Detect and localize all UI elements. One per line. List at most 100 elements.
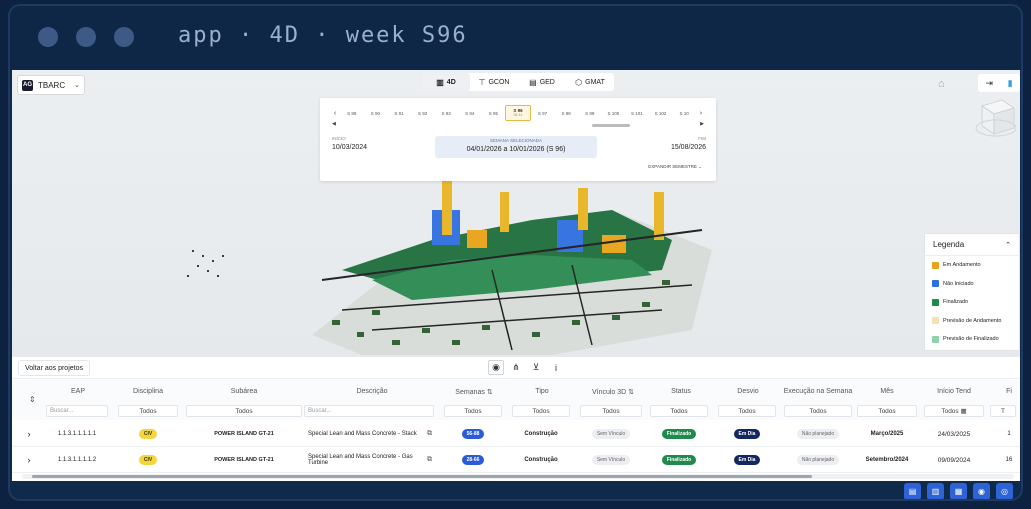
camera-icon[interactable]: ◉: [973, 483, 990, 499]
execucao-filter[interactable]: Todos: [784, 405, 852, 417]
semanas-filter[interactable]: Todos: [444, 405, 502, 417]
legend-label: Previsão de Finalizado: [943, 336, 999, 343]
logout-icon[interactable]: ⇥: [985, 78, 993, 89]
chevron-up-icon[interactable]: ⌃: [1005, 241, 1011, 249]
horizontal-scrollbar[interactable]: [22, 474, 1014, 479]
eye-icon[interactable]: ◎: [996, 483, 1013, 499]
inicio-filter[interactable]: Todos ▦: [924, 405, 984, 417]
eap-search-input[interactable]: Buscar...: [46, 405, 108, 417]
descricao-search-input[interactable]: Buscar...: [304, 405, 434, 417]
week-item[interactable]: S 90: [364, 111, 388, 116]
filter-clear-icon[interactable]: ⊻: [528, 360, 544, 375]
week-item[interactable]: S 95: [482, 111, 506, 116]
home-icon[interactable]: ⌂: [938, 78, 945, 90]
chevron-right-icon[interactable]: ›: [22, 447, 36, 473]
legend-swatch: [932, 335, 939, 343]
table-row[interactable]: › 1.1.3.1.1.1.1.1 CIV POWER ISLAND GT-21…: [12, 421, 1020, 447]
week-item[interactable]: S 102: [649, 111, 673, 116]
tab-gmat[interactable]: ⬡ GMAT: [566, 73, 614, 91]
desvio-filter[interactable]: Todos: [718, 405, 776, 417]
week-item[interactable]: S 10: [672, 111, 696, 116]
cell-tipo: Construção: [524, 457, 558, 463]
project-selector[interactable]: AG TBARC ⌄: [17, 75, 85, 95]
week-item[interactable]: S 99: [578, 111, 602, 116]
hierarchy-icon[interactable]: ⋔: [508, 360, 524, 375]
back-to-projects-button[interactable]: Voltar aos projetos: [18, 360, 90, 376]
info-icon[interactable]: i: [548, 360, 564, 375]
week-item[interactable]: S 89: [340, 111, 364, 116]
scrollbar-thumb[interactable]: [32, 475, 812, 478]
view-cube[interactable]: [972, 94, 1016, 144]
selected-week-box: SEMANA SELECIONADA 04/01/2026 a 10/01/20…: [435, 136, 597, 158]
selected-value: 04/01/2026 a 10/01/2026 (S 96): [466, 146, 566, 153]
cell-fim: 1: [1007, 431, 1011, 437]
cell-desvio: Em Dia: [718, 447, 776, 473]
cell-execucao: Não planejado: [784, 421, 852, 447]
legend-item: Previsão de Andamento: [925, 312, 1019, 331]
week-scrollbar[interactable]: ◀ ▶: [330, 121, 706, 129]
week-item[interactable]: S 93: [434, 111, 458, 116]
week-item[interactable]: S 101: [625, 111, 649, 116]
company-logo: AG: [22, 79, 33, 91]
fim-filter[interactable]: T: [990, 405, 1016, 417]
week-item[interactable]: S 92: [411, 111, 435, 116]
week-item[interactable]: S 91: [387, 111, 411, 116]
copy-icon[interactable]: ⧉: [427, 430, 432, 438]
column-subarea[interactable]: Subárea: [184, 388, 304, 395]
column-semanas[interactable]: Semanas ⇅: [444, 388, 504, 396]
mes-filter[interactable]: Todos: [857, 405, 917, 417]
disciplina-filter[interactable]: Todos: [118, 405, 178, 417]
tab-gcon[interactable]: ⊤ GCON: [470, 73, 518, 91]
column-tipo[interactable]: Tipo: [512, 388, 572, 395]
link-badge: Sem Vínculo: [591, 429, 631, 439]
table-header: ⇕ EAP Disciplina Subárea Descrição Seman…: [12, 380, 1020, 420]
window-dot-2[interactable]: [76, 27, 96, 47]
3d-viewport[interactable]: AG TBARC ⌄ ▥ 4D ⊤ GCON ▤ GED ⬡ GMAT ⌂ ⇥ …: [12, 70, 1020, 357]
week-item[interactable]: S 94: [458, 111, 482, 116]
table-row[interactable]: › 1.1.3.1.1.1.1.2 CIV POWER ISLAND GT-21…: [12, 447, 1020, 473]
legend-header[interactable]: Legenda ⌃: [925, 234, 1019, 256]
chevron-right-icon[interactable]: ›: [696, 110, 706, 117]
column-mes[interactable]: Mês: [857, 388, 917, 395]
subarea-filter[interactable]: Todos: [186, 405, 302, 417]
expand-semester-button[interactable]: EXPANDIR SEMESTRE ⌄: [648, 164, 702, 170]
expand-label: EXPANDIR SEMESTRE: [648, 164, 697, 169]
scroll-left-icon[interactable]: ◀: [332, 121, 336, 127]
column-vinculo[interactable]: Vínculo 3D ⇅: [580, 388, 646, 396]
column-disciplina[interactable]: Disciplina: [116, 388, 180, 395]
camera-icon[interactable]: ◉: [488, 360, 504, 375]
column-eap[interactable]: EAP: [48, 388, 108, 395]
stats-icon[interactable]: ▮: [1008, 78, 1013, 89]
copy-icon[interactable]: ⧉: [427, 456, 432, 464]
box-icon: ⬡: [575, 77, 583, 87]
column-fim[interactable]: Fi: [1002, 388, 1016, 395]
column-inicio[interactable]: Início Tend: [924, 388, 984, 395]
vinculo-filter[interactable]: Todos: [580, 405, 642, 417]
sort-toggle-icon[interactable]: ⇕: [29, 395, 36, 404]
discipline-badge: CIV: [138, 429, 158, 439]
chevron-left-icon[interactable]: ‹: [330, 110, 340, 117]
chevron-right-icon[interactable]: ›: [22, 421, 36, 447]
week-item[interactable]: S 98: [554, 111, 578, 116]
bar-chart-icon[interactable]: ▥: [927, 483, 944, 499]
window-dot-3[interactable]: [114, 27, 134, 47]
status-filter[interactable]: Todos: [650, 405, 708, 417]
tab-ged[interactable]: ▤ GED: [518, 73, 566, 91]
window-dot-1[interactable]: [38, 27, 58, 47]
column-desvio[interactable]: Desvio: [718, 388, 778, 395]
week-item[interactable]: S 97: [531, 111, 555, 116]
column-status[interactable]: Status: [650, 388, 712, 395]
scroll-right-icon[interactable]: ▶: [700, 121, 704, 127]
document-icon[interactable]: ▦: [950, 483, 967, 499]
title-bar: app · 4D · week S96: [10, 6, 1021, 70]
week-item[interactable]: S 100: [602, 111, 626, 116]
week-item-selected[interactable]: S 96 04-11: [505, 105, 531, 121]
scroll-thumb[interactable]: [592, 124, 630, 127]
tab-4d[interactable]: ▥ 4D: [422, 73, 470, 91]
pdf-icon[interactable]: ▤: [904, 483, 921, 499]
viewer-tools: ⇥ ▮: [978, 74, 1020, 92]
weeks-badge: 56-88: [461, 429, 485, 439]
column-execucao[interactable]: Execução na Semana: [782, 388, 854, 395]
tipo-filter[interactable]: Todos: [512, 405, 570, 417]
column-descricao[interactable]: Descrição: [308, 388, 436, 395]
